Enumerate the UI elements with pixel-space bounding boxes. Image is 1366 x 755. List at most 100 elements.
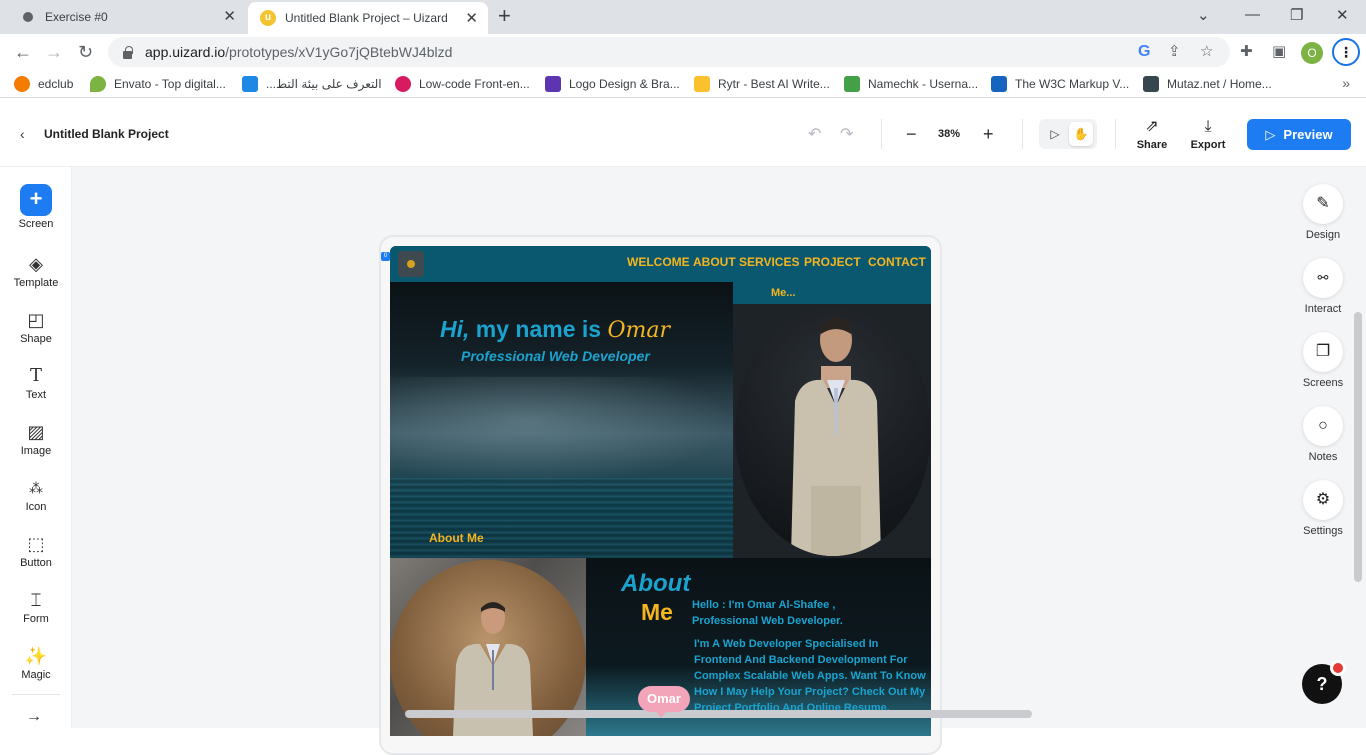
site-logo[interactable] xyxy=(398,251,424,277)
tab-search-icon[interactable]: ⌄ xyxy=(1197,6,1210,24)
nav-contact[interactable]: CONTACT xyxy=(868,255,926,269)
toolbar-divider xyxy=(1115,119,1116,149)
namechk-icon xyxy=(844,76,860,92)
layers-icon: ◈ xyxy=(29,254,43,274)
tool-icon[interactable]: ⁂ Icon xyxy=(0,477,72,513)
bookmark-item[interactable]: ...التعرف على بيئة التط xyxy=(242,76,382,92)
preview-button[interactable]: ▷ Preview xyxy=(1247,119,1351,150)
back-chevron-icon[interactable]: ‹ xyxy=(20,126,25,142)
tool-screen[interactable]: + Screen xyxy=(0,184,72,230)
nav-services[interactable]: SERVICES xyxy=(739,255,799,269)
select-mode-icon[interactable]: ▷ xyxy=(1043,122,1067,146)
hero-myname: my name is xyxy=(475,316,602,342)
nav-project[interactable]: PROJECT xyxy=(804,255,861,269)
panel-interact[interactable]: ⚯ Interact xyxy=(1288,258,1358,315)
bookmark-label: Logo Design & Bra... xyxy=(569,77,680,91)
bookmark-label: Mutaz.net / Home... xyxy=(1167,77,1272,91)
browser-menu-icon[interactable]: ⋮ xyxy=(1332,38,1360,66)
tool-shape[interactable]: ◰ Shape xyxy=(0,309,72,345)
tab-uizard[interactable]: u Untitled Blank Project – Uizard ✕ xyxy=(248,2,488,34)
tool-button[interactable]: ⬚ Button xyxy=(0,533,72,569)
mutaz-icon xyxy=(1143,76,1159,92)
about-me-link[interactable]: About Me xyxy=(429,531,484,545)
tab-exercise[interactable]: Exercise #0 ✕ xyxy=(8,0,246,34)
hand-tool-icon[interactable]: ✋ xyxy=(1069,122,1093,146)
download-icon: ⤓ xyxy=(1204,118,1212,135)
horizontal-scrollbar[interactable] xyxy=(405,710,1032,718)
about-body-text: I'm A Web Developer Specialised In Front… xyxy=(694,638,926,714)
bookmark-item[interactable]: edclub xyxy=(14,76,73,92)
panel-design[interactable]: ✎ Design xyxy=(1288,184,1358,241)
nav-me-link[interactable]: Me... xyxy=(771,287,795,299)
bookmark-item[interactable]: Logo Design & Bra... xyxy=(545,76,680,92)
bookmark-item[interactable]: The W3C Markup V... xyxy=(991,76,1129,92)
toolbar-divider xyxy=(881,119,882,149)
side-panel-icon[interactable]: ▣ xyxy=(1272,43,1286,61)
panel-notes[interactable]: ○ Notes xyxy=(1288,406,1358,463)
close-tab-icon[interactable]: ✕ xyxy=(223,9,236,25)
bookmark-star-icon[interactable]: ☆ xyxy=(1200,43,1213,61)
bookmark-label: Low-code Front-en... xyxy=(419,77,530,91)
profile-avatar[interactable]: O xyxy=(1301,42,1323,64)
play-icon: ▷ xyxy=(1265,126,1276,142)
zoom-level[interactable]: 38% xyxy=(938,128,960,140)
vertical-scrollbar[interactable] xyxy=(1354,312,1362,582)
minimize-icon[interactable]: — xyxy=(1245,6,1260,23)
more-bookmarks-icon[interactable]: » xyxy=(1342,75,1350,91)
tool-label: Magic xyxy=(21,669,51,681)
undo-icon[interactable]: ↶ xyxy=(808,126,821,144)
tool-label: Button xyxy=(20,557,52,569)
expand-arrow-icon[interactable]: → xyxy=(26,708,42,726)
tab-title: Untitled Blank Project – Uizard xyxy=(285,11,448,25)
share-label: Share xyxy=(1136,139,1168,151)
close-window-icon[interactable]: ✕ xyxy=(1336,6,1349,24)
panel-settings[interactable]: ⚙ Settings xyxy=(1288,480,1358,537)
notification-dot xyxy=(1330,660,1346,676)
left-toolbar: + Screen ◈ Template ◰ Shape T Text ▨ Ima… xyxy=(0,167,72,728)
project-title[interactable]: Untitled Blank Project xyxy=(44,127,169,141)
extensions-icon[interactable]: ✚ xyxy=(1240,43,1253,61)
hero-subtitle: Professional Web Developer xyxy=(461,348,650,364)
tool-image[interactable]: ▨ Image xyxy=(0,421,72,457)
bookmark-label: ...التعرف على بيئة التط xyxy=(266,77,382,91)
browser-tab-bar: Exercise #0 ✕ u Untitled Blank Project –… xyxy=(0,0,1366,34)
reload-icon[interactable]: ↻ xyxy=(78,41,93,63)
back-arrow-icon[interactable]: ← xyxy=(14,41,32,63)
restore-icon[interactable]: ❐ xyxy=(1290,6,1303,24)
bookmark-item[interactable]: Rytr - Best AI Write... xyxy=(694,76,830,92)
hero-hi: Hi, xyxy=(440,316,470,342)
forward-arrow-icon[interactable]: → xyxy=(45,41,63,63)
nav-welcome[interactable]: WELCOME xyxy=(627,255,690,269)
screen-badge[interactable]: 0 xyxy=(381,252,390,261)
hero-mist xyxy=(390,377,733,487)
tool-template[interactable]: ◈ Template xyxy=(0,253,72,289)
bookmark-item[interactable]: Mutaz.net / Home... xyxy=(1143,76,1272,92)
bookmark-item[interactable]: Low-code Front-en... xyxy=(395,76,530,92)
logo-design-icon xyxy=(545,76,561,92)
bookmark-item[interactable]: Namechk - Userna... xyxy=(844,76,978,92)
panel-screens[interactable]: ❐ Screens xyxy=(1288,332,1358,389)
nav-about[interactable]: ABOUT xyxy=(693,255,736,269)
zoom-out-icon[interactable]: − xyxy=(906,125,917,143)
bookmark-label: Rytr - Best AI Write... xyxy=(718,77,830,91)
tool-magic[interactable]: ✨ Magic xyxy=(0,645,72,681)
address-bar[interactable]: app.uizard.io/prototypes/xV1yGo7jQBtebWJ… xyxy=(108,37,1230,67)
google-lens-icon[interactable]: G xyxy=(1138,43,1150,61)
button-cursor-icon: ⬚ xyxy=(27,534,45,554)
screen-portfolio[interactable]: WELCOME ABOUT SERVICES PROJECT CONTACT M… xyxy=(390,246,931,736)
zoom-in-icon[interactable]: + xyxy=(983,125,994,143)
new-tab-icon[interactable]: + xyxy=(498,5,511,27)
tool-label: Screen xyxy=(18,218,54,230)
lowcode-icon xyxy=(395,76,411,92)
bookmark-item[interactable]: Envato - Top digital... xyxy=(90,76,226,92)
export-button[interactable]: ⤓ Export xyxy=(1186,118,1230,152)
share-page-icon[interactable]: ⇪ xyxy=(1168,43,1181,61)
pencil-icon: ✎ xyxy=(1303,184,1343,224)
tool-form[interactable]: ⌶ Form xyxy=(0,589,72,625)
close-tab-icon[interactable]: ✕ xyxy=(465,11,478,27)
tool-text[interactable]: T Text xyxy=(0,365,72,401)
tool-label: Shape xyxy=(20,333,52,345)
bookmark-label: Envato - Top digital... xyxy=(114,77,226,91)
redo-icon[interactable]: ↷ xyxy=(840,126,853,144)
share-button[interactable]: ⇗ Share xyxy=(1130,119,1174,152)
